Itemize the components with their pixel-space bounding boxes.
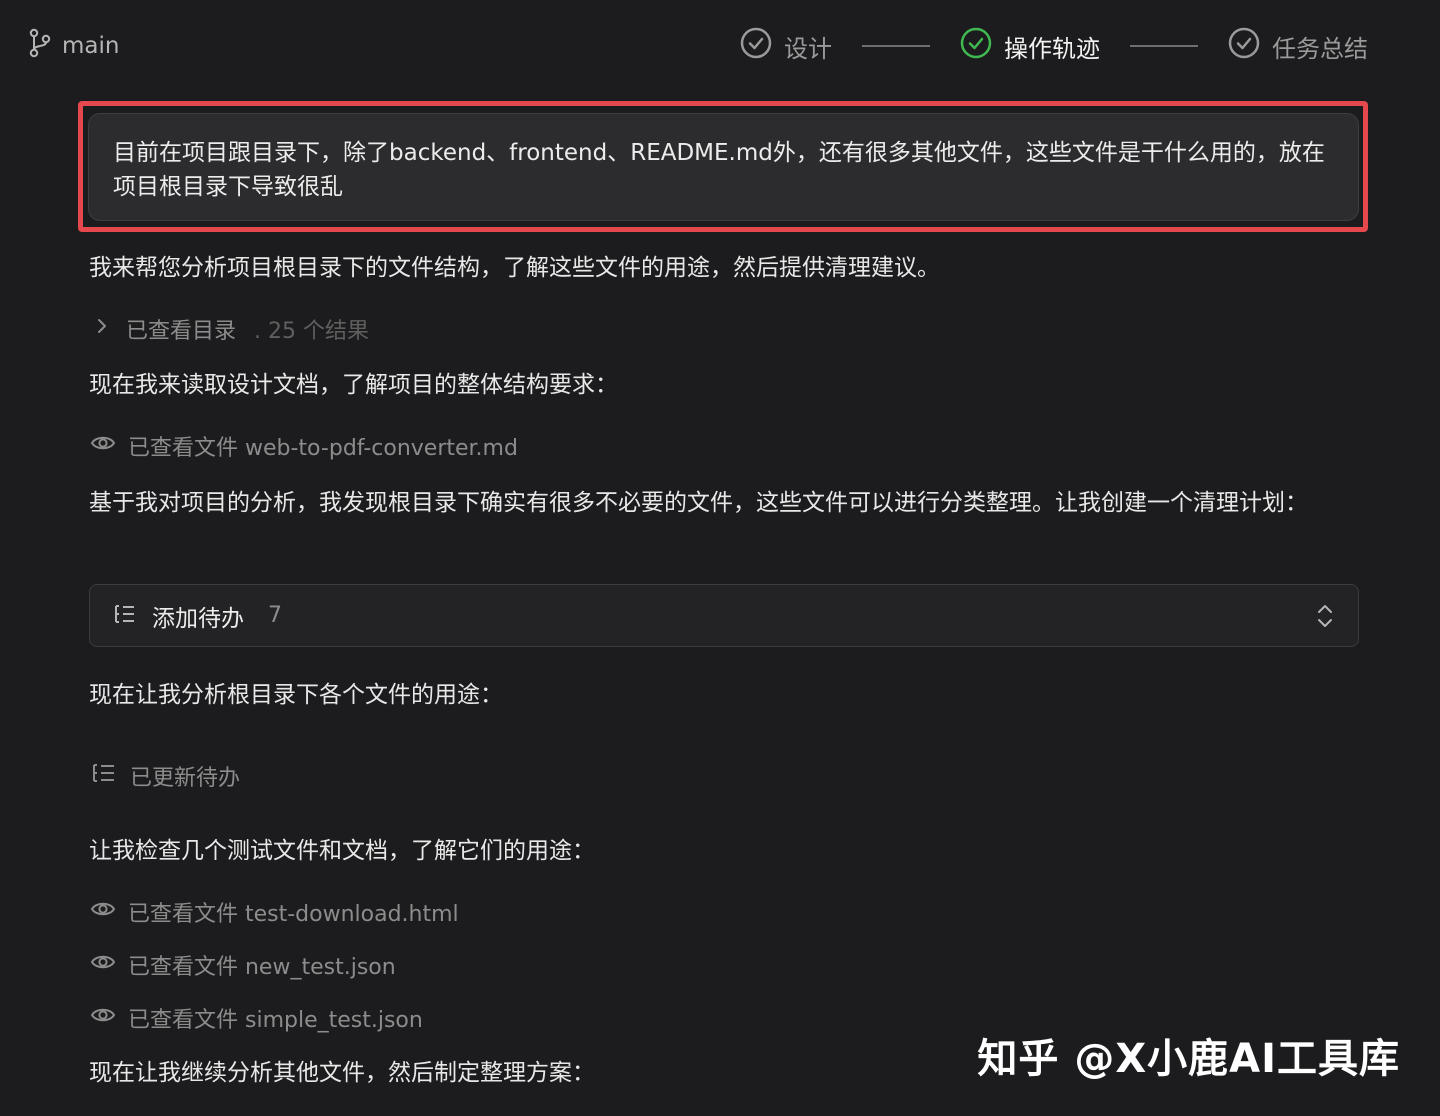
todo-title: 添加待办	[152, 605, 244, 632]
watermark: 知乎 @X小鹿AI工具库	[977, 1036, 1400, 1082]
chevron-right-icon	[90, 311, 114, 347]
tool-label: 已查看文件 new_test.json	[128, 955, 396, 980]
tool-label: 已查看文件 test-download.html	[128, 902, 459, 927]
assistant-message: 让我检查几个测试文件和文档，了解它们的用途：	[89, 838, 595, 864]
tool-updated-todo[interactable]: 已更新待办	[90, 758, 240, 794]
tool-viewed-file[interactable]: 已查看文件 test-download.html	[90, 894, 459, 930]
expand-collapse-icon[interactable]	[1314, 601, 1336, 631]
assistant-message: 基于我对项目的分析，我发现根目录下确实有很多不必要的文件，这些文件可以进行分类整…	[89, 490, 1308, 516]
list-icon	[90, 758, 118, 794]
tool-viewed-directory[interactable]: 已查看目录 . 25 个结果	[90, 311, 369, 347]
eye-icon	[90, 947, 116, 983]
todo-card[interactable]: 添加待办 7	[89, 584, 1359, 647]
tool-meta: . 25 个结果	[254, 319, 369, 344]
todo-count: 7	[268, 603, 282, 628]
conversation: 目前在项目跟目录下，除了backend、frontend、README.md外，…	[0, 0, 1440, 1116]
tool-label: 已查看文件 web-to-pdf-converter.md	[128, 436, 518, 461]
eye-icon	[90, 1000, 116, 1036]
tool-viewed-file[interactable]: 已查看文件 new_test.json	[90, 947, 396, 983]
tool-label: 已查看文件 simple_test.json	[128, 1008, 423, 1033]
tool-label: 已查看目录	[126, 319, 237, 344]
list-icon	[112, 601, 138, 631]
assistant-message: 我来帮您分析项目根目录下的文件结构，了解这些文件的用途，然后提供清理建议。	[89, 255, 940, 281]
eye-icon	[90, 428, 116, 464]
tool-viewed-file[interactable]: 已查看文件 web-to-pdf-converter.md	[90, 428, 518, 464]
tool-viewed-file[interactable]: 已查看文件 simple_test.json	[90, 1000, 423, 1036]
assistant-message: 现在我来读取设计文档，了解项目的整体结构要求：	[89, 372, 618, 398]
tool-label: 已更新待办	[130, 766, 241, 791]
assistant-message: 现在让我分析根目录下各个文件的用途：	[89, 682, 503, 708]
user-message[interactable]: 目前在项目跟目录下，除了backend、frontend、README.md外，…	[88, 113, 1359, 221]
eye-icon	[90, 894, 116, 930]
